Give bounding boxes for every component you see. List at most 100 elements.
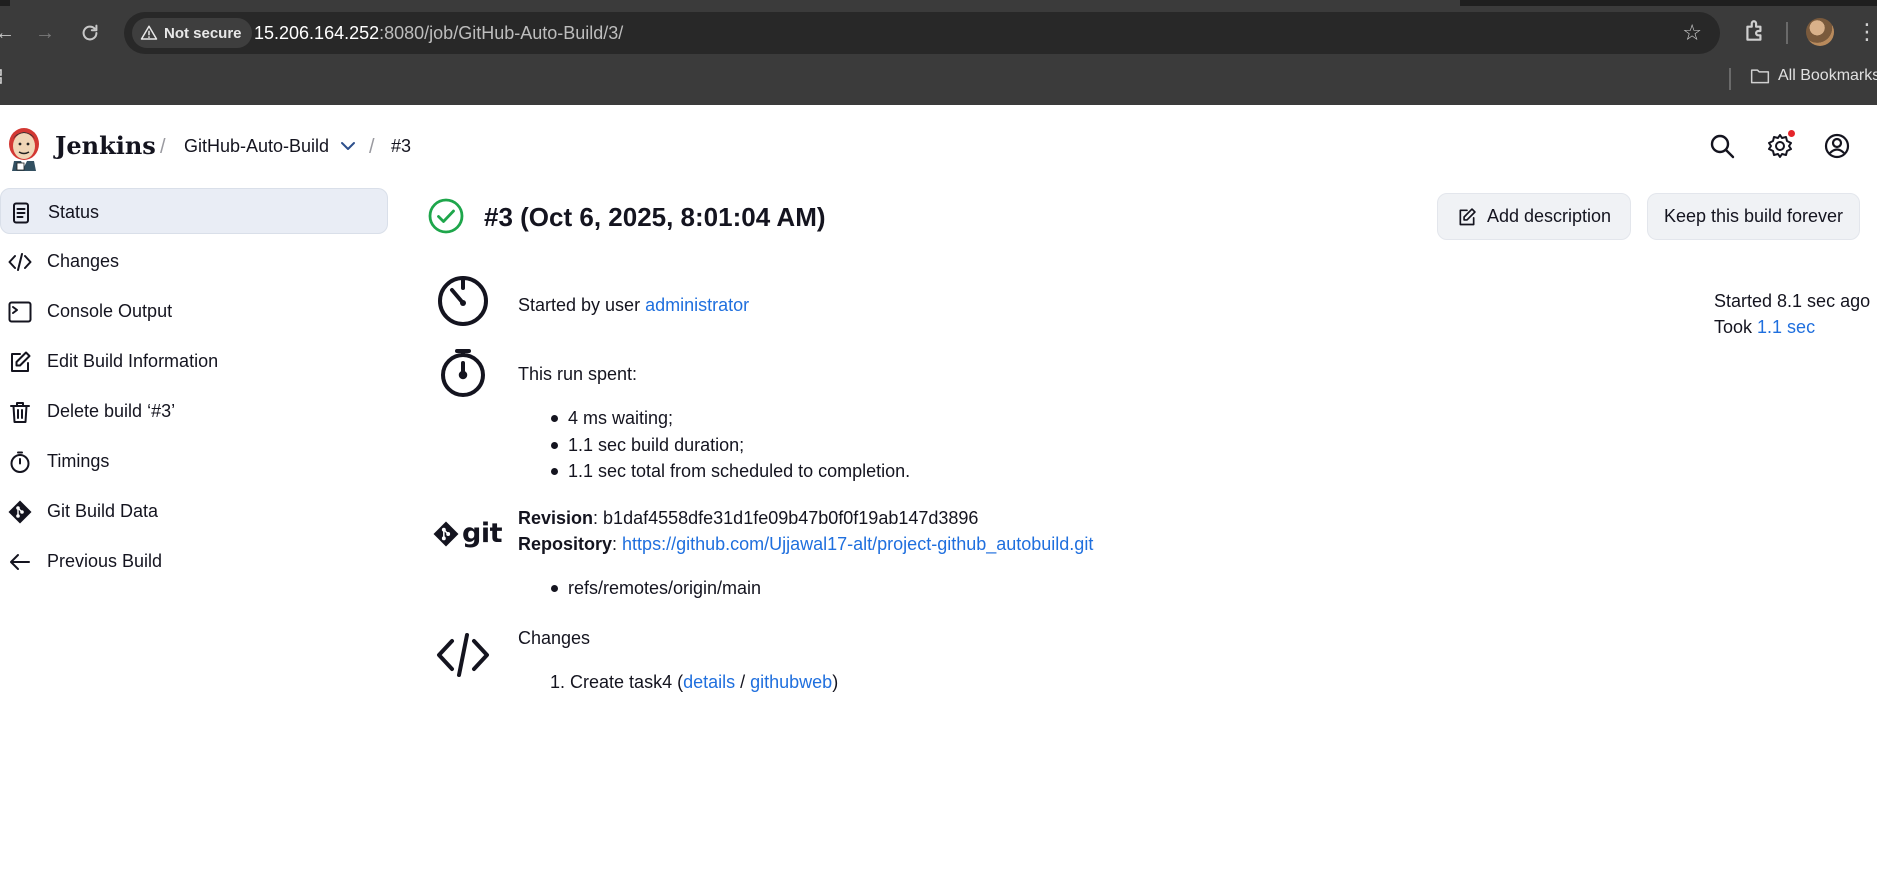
browser-chrome: ← → Not secure 15.206.164.252:8080/job/G… xyxy=(0,0,1877,105)
change-item: 1. Create task4 (details / githubweb) xyxy=(550,672,838,693)
jenkins-header: Jenkins / GitHub-Auto-Build / #3 xyxy=(0,105,1877,189)
document-icon xyxy=(13,202,29,224)
success-check-icon xyxy=(428,198,464,234)
warning-icon xyxy=(140,25,158,40)
change-item-text: Create task4 ( xyxy=(570,672,684,692)
url-host: 15.206.164.252 xyxy=(254,23,380,43)
sidebar-item-label: Git Build Data xyxy=(47,501,159,521)
sidebar-item-label: Timings xyxy=(47,451,110,471)
repository-label: Repository xyxy=(518,534,613,554)
add-description-label: Add description xyxy=(1486,206,1612,226)
security-label: Not secure xyxy=(164,24,242,42)
sidebar-item-label: Status xyxy=(48,202,100,222)
security-chip[interactable]: Not secure xyxy=(132,18,252,48)
sidebar-item-console-output[interactable]: Console Output xyxy=(0,288,388,334)
started-by-user-link[interactable]: administrator xyxy=(645,295,749,315)
edit-icon xyxy=(1459,207,1476,225)
code-icon xyxy=(8,253,32,271)
sidebar-item-changes[interactable]: Changes xyxy=(0,238,388,284)
sidebar-item-label: Changes xyxy=(47,251,120,271)
details-link[interactable]: details xyxy=(683,672,735,692)
revision-hash: b1daf4558dfe31d1fe09b47b0f0f19ab147d3896 xyxy=(603,508,979,528)
took-duration: Took 1.1 sec xyxy=(1714,317,1815,338)
code-icon xyxy=(437,633,489,677)
url-path: :8080/job/GitHub-Auto-Build/3/ xyxy=(379,23,624,43)
sidebar-item-timings[interactable]: Timings xyxy=(0,438,388,484)
bookmarks-divider xyxy=(1729,68,1731,90)
sidebar-item-status[interactable]: Status xyxy=(0,188,388,234)
list-item: 4 ms waiting; xyxy=(548,407,910,434)
sidebar-item-label: Previous Build xyxy=(47,551,163,571)
bookmarks-label: All Bookmarks xyxy=(1778,67,1877,84)
breadcrumb-separator: / xyxy=(160,136,166,158)
profile-avatar[interactable] xyxy=(1806,18,1834,46)
sidebar-item-previous-build[interactable]: Previous Build xyxy=(0,538,388,584)
tab-strip xyxy=(0,0,1877,6)
started-ago: Started 8.1 sec ago xyxy=(1714,291,1871,311)
address-bar[interactable]: Not secure 15.206.164.252:8080/job/GitHu… xyxy=(124,12,1720,54)
started-by-prefix: Started by user xyxy=(518,295,646,315)
took-prefix: Took xyxy=(1714,317,1758,337)
extensions-icon[interactable] xyxy=(1742,18,1768,44)
sidebar-item-label: Delete build ‘#3’ xyxy=(47,401,176,421)
sidebar-item-label: Console Output xyxy=(47,301,173,321)
chevron-down-icon[interactable] xyxy=(340,138,356,154)
took-duration-link[interactable]: 1.1 sec xyxy=(1757,317,1815,337)
timer-icon xyxy=(438,276,488,326)
breadcrumb-job[interactable]: GitHub-Auto-Build xyxy=(184,136,329,157)
revision-line: Revision: b1daf4558dfe31d1fe09b47b0f0f19… xyxy=(518,508,979,528)
repository-line: Repository: https://github.com/Ujjawal17… xyxy=(518,534,1094,554)
edit-icon xyxy=(11,351,31,372)
changes-label: Changes xyxy=(518,628,591,648)
git-logo: git xyxy=(433,518,503,549)
folder-icon xyxy=(1750,69,1770,84)
add-description-button[interactable]: Add description xyxy=(1437,193,1631,240)
keep-build-forever-button[interactable]: Keep this build forever xyxy=(1647,193,1860,240)
more-menu-icon[interactable]: ⋮ xyxy=(1856,18,1877,46)
search-icon[interactable] xyxy=(1709,133,1735,159)
bookmark-star-icon[interactable]: ☆ xyxy=(1682,20,1702,46)
breadcrumb-build[interactable]: #3 xyxy=(391,136,411,157)
list-item: 1.1 sec build duration; xyxy=(548,434,910,461)
notification-dot xyxy=(1788,130,1795,137)
terminal-icon xyxy=(8,301,32,323)
jenkins-brand[interactable]: Jenkins xyxy=(55,131,156,160)
started-by-text: Started by user administrator xyxy=(518,295,749,316)
active-tab[interactable] xyxy=(10,0,1460,6)
back-icon[interactable]: ← xyxy=(0,20,18,46)
git-logo-text: git xyxy=(462,518,503,549)
all-bookmarks[interactable]: All Bookmarks xyxy=(1750,67,1877,85)
reload-icon[interactable] xyxy=(77,20,103,46)
list-item: 1.1 sec total from scheduled to completi… xyxy=(548,460,910,487)
branch-list: refs/remotes/origin/main xyxy=(548,577,761,604)
run-spent-list: 4 ms waiting; 1.1 sec build duration; 1.… xyxy=(548,407,910,487)
toolbar-divider xyxy=(1786,22,1788,44)
git-diamond-icon xyxy=(433,521,459,546)
revision-label: Revision xyxy=(518,508,594,528)
breadcrumb-separator: / xyxy=(369,136,375,158)
repository-link[interactable]: https://github.com/Ujjawal17-alt/project… xyxy=(622,534,1093,554)
jenkins-logo[interactable] xyxy=(4,125,44,171)
stopwatch-icon xyxy=(441,349,485,397)
apps-grid-icon[interactable] xyxy=(0,68,10,86)
git-icon xyxy=(8,500,32,524)
sidebar-item-label: Edit Build Information xyxy=(47,351,219,371)
stopwatch-icon xyxy=(10,451,30,473)
url-text[interactable]: 15.206.164.252:8080/job/GitHub-Auto-Buil… xyxy=(254,23,623,44)
trash-icon xyxy=(10,402,30,423)
githubweb-link[interactable]: githubweb xyxy=(750,672,832,692)
run-spent-label: This run spent: xyxy=(518,364,638,384)
change-link-separator: / xyxy=(735,672,751,692)
arrow-left-icon xyxy=(10,554,30,570)
sidebar-item-edit-build-information[interactable]: Edit Build Information xyxy=(0,338,388,384)
gear-icon[interactable] xyxy=(1767,133,1793,159)
list-item: refs/remotes/origin/main xyxy=(548,577,761,604)
user-account-icon[interactable] xyxy=(1824,133,1850,159)
sidebar-item-git-build-data[interactable]: Git Build Data xyxy=(0,488,388,534)
keep-forever-label: Keep this build forever xyxy=(1663,206,1844,226)
change-item-number: 1. xyxy=(550,672,566,692)
page-title: #3 (Oct 6, 2025, 8:01:04 AM) xyxy=(484,202,826,232)
forward-icon[interactable]: → xyxy=(32,20,58,46)
change-item-close: ) xyxy=(832,672,839,692)
sidebar-item-delete-build[interactable]: Delete build ‘#3’ xyxy=(0,388,388,434)
